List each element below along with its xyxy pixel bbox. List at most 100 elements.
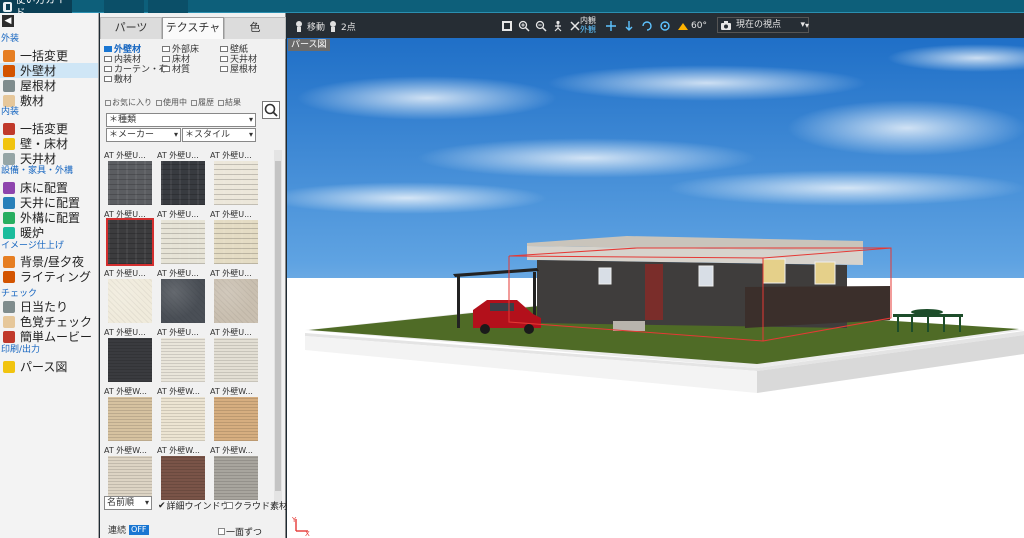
view-angle-button[interactable]: 60° <box>677 19 707 33</box>
texture-swatch[interactable]: AT 外壁U... <box>210 209 262 267</box>
sidebar-item-label: パース図 <box>20 360 68 374</box>
move-arrows-icon[interactable] <box>605 20 617 32</box>
sidebar-item[interactable]: 簡単ムービー <box>0 329 98 344</box>
texture-swatch[interactable]: AT 外壁U... <box>210 327 262 385</box>
sidebar-item[interactable]: 屋根材 <box>0 78 98 93</box>
sidebar-item[interactable]: 一括変更 <box>0 48 98 63</box>
guide-icon <box>3 1 13 12</box>
texture-swatch-image <box>214 220 258 264</box>
sidebar-item-icon <box>3 226 15 239</box>
texture-swatch[interactable]: AT 外壁U... <box>157 209 209 267</box>
down-arrow-icon[interactable] <box>623 20 635 32</box>
two-point-button[interactable]: 2点 <box>327 19 356 33</box>
search-button[interactable] <box>262 101 280 119</box>
texture-swatch[interactable]: AT 外壁U... <box>104 268 156 326</box>
detail-window-checkbox[interactable]: ✔ 詳細ウインドウ <box>158 499 230 513</box>
texture-swatch[interactable]: AT 外壁U... <box>157 327 209 385</box>
filter-checkbox[interactable]: お気に入り <box>105 97 152 108</box>
texture-swatch[interactable]: AT 外壁U... <box>210 150 262 208</box>
maker-select[interactable]: ＊メーカー <box>106 128 181 142</box>
move-button[interactable]: 移動 <box>293 19 325 33</box>
category-icon <box>220 65 228 72</box>
category-item[interactable]: 屋根材 <box>220 62 257 75</box>
view-angle-icon <box>678 23 688 30</box>
category-item[interactable]: 材質 <box>162 62 190 75</box>
style-select[interactable]: ＊スタイル <box>182 128 256 142</box>
continuous-state: OFF <box>129 524 149 535</box>
top-tab[interactable] <box>148 0 188 13</box>
orbit-icon[interactable] <box>659 20 671 32</box>
texture-swatch[interactable]: AT 外壁U... <box>104 150 156 208</box>
sidebar-item[interactable]: 背景/昼夕夜 <box>0 254 98 269</box>
tab-texture[interactable]: テクスチャ <box>162 17 224 39</box>
texture-swatch-image <box>108 397 152 441</box>
texture-swatch[interactable]: AT 外壁U... <box>104 327 156 385</box>
category-icon <box>104 75 112 82</box>
inner-outer-toggle[interactable]: 内観 外観 <box>580 16 596 34</box>
sidebar-item-icon <box>3 152 15 165</box>
texture-swatch[interactable]: AT 外壁W... <box>104 445 156 503</box>
zoom-out-icon[interactable] <box>535 20 547 32</box>
sidebar-item[interactable]: 色覚チェック <box>0 314 98 329</box>
camera-move-icon <box>296 21 302 32</box>
sidebar-item[interactable]: 天井材 <box>0 151 98 166</box>
scrollbar-thumb[interactable] <box>275 161 281 491</box>
walk-icon[interactable] <box>552 20 564 32</box>
filter-checkbox[interactable]: 履歴 <box>191 97 214 108</box>
3d-scene <box>287 38 1024 538</box>
texture-swatch[interactable]: AT 外壁W... <box>210 386 262 444</box>
sidebar-item[interactable]: 敷材 <box>0 93 98 108</box>
sort-select[interactable]: 名前順 <box>104 496 152 510</box>
texture-swatch-label: AT 外壁W... <box>157 446 200 455</box>
zoom-in-icon[interactable] <box>518 20 530 32</box>
3d-viewport[interactable]: パース図 Y X <box>287 38 1024 538</box>
sidebar-item[interactable]: 一括変更 <box>0 121 98 136</box>
category-icon <box>162 55 170 62</box>
tab-color[interactable]: 色 <box>224 17 286 39</box>
texture-swatch[interactable]: AT 外壁U... <box>210 268 262 326</box>
top-tab[interactable] <box>104 0 144 13</box>
guide-button[interactable]: 使い方ガイド <box>0 0 72 19</box>
sidebar-item-icon <box>3 94 15 107</box>
type-select[interactable]: ＊種類 <box>106 113 256 127</box>
cloud-material-checkbox[interactable]: クラウド素材 <box>226 499 288 512</box>
rotate-icon[interactable] <box>641 20 653 32</box>
texture-swatch[interactable]: AT 外壁W... <box>104 386 156 444</box>
collapse-sidebar-button[interactable]: ◀ <box>2 15 14 27</box>
sidebar-section-heading: 外装 <box>1 34 20 44</box>
texture-swatch[interactable]: AT 外壁U... <box>157 150 209 208</box>
texture-swatch[interactable]: AT 外壁W... <box>157 445 209 503</box>
texture-swatch[interactable]: AT 外壁U... <box>157 268 209 326</box>
sidebar-item-icon <box>3 330 15 343</box>
sidebar-item[interactable]: パース図 <box>0 359 98 374</box>
texture-swatch-image <box>106 218 154 266</box>
left-sidebar: ◀ 外装 一括変更 外壁材 屋根材 敷材 内装 一括変更 壁・床材 天井材 設備・家具・外構 床に配… <box>0 13 99 538</box>
two-point-icon <box>330 21 336 32</box>
category-icon <box>220 45 228 52</box>
texture-swatch-image <box>108 161 152 205</box>
texture-swatch[interactable]: AT 外壁W... <box>210 445 262 503</box>
continuous-toggle[interactable]: 連続 OFF <box>108 523 149 536</box>
sidebar-item[interactable]: 天井に配置 <box>0 195 98 210</box>
sidebar-item[interactable]: 暖炉 <box>0 225 98 240</box>
filter-checkbox[interactable]: 結果 <box>218 97 241 108</box>
category-icon <box>220 55 228 62</box>
texture-swatch[interactable]: AT 外壁W... <box>157 386 209 444</box>
texture-swatch[interactable]: AT 外壁U... <box>104 209 156 267</box>
sidebar-section-heading: イメージ仕上げ <box>1 241 64 251</box>
texture-swatch-image <box>161 279 205 323</box>
sidebar-item[interactable]: 外構に配置 <box>0 210 98 225</box>
extra-dropdown[interactable]: ▾ <box>805 18 809 32</box>
sidebar-item[interactable]: 外壁材 <box>0 63 98 78</box>
sidebar-item[interactable]: ライティング <box>0 269 98 284</box>
category-item[interactable]: 敷材 <box>104 72 132 85</box>
sidebar-item-icon <box>3 211 15 224</box>
tab-parts[interactable]: パーツ <box>100 17 162 39</box>
sidebar-item[interactable]: 日当たり <box>0 299 98 314</box>
sidebar-item[interactable]: 壁・床材 <box>0 136 98 151</box>
filter-checkbox[interactable]: 使用中 <box>156 97 187 108</box>
grid-icon[interactable] <box>501 20 513 32</box>
sidebar-item[interactable]: 床に配置 <box>0 180 98 195</box>
filter-row: お気に入り 使用中 履歴 結果 <box>105 97 241 108</box>
one-face-checkbox[interactable]: 一面ずつ <box>218 525 262 538</box>
